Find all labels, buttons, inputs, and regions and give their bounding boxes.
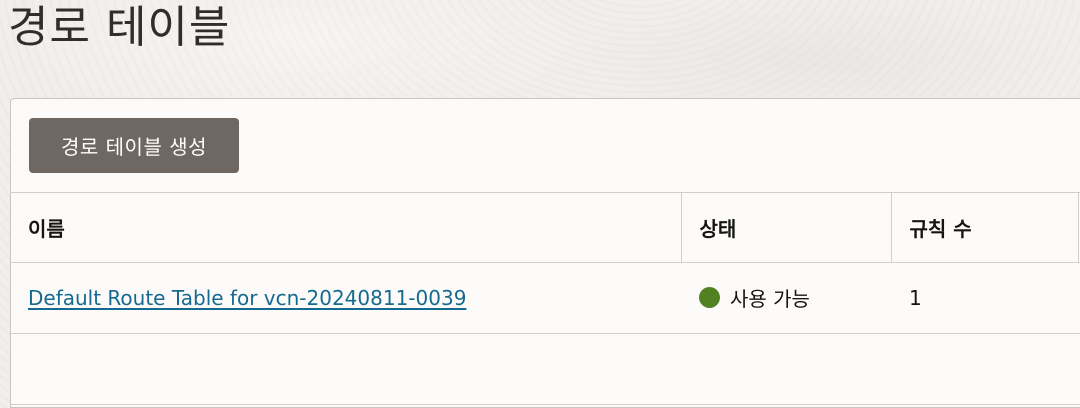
route-table-list: 이름 상태 규칙 수 Default Route Table for vcn-2… [10, 192, 1080, 405]
create-route-table-button[interactable]: 경로 테이블 생성 [29, 118, 239, 173]
column-header-state[interactable]: 상태 [681, 192, 892, 263]
table-header-row: 이름 상태 규칙 수 [10, 192, 1080, 263]
table-empty-space [10, 333, 1080, 405]
status-available-icon [699, 287, 720, 308]
table-toolbar: 경로 테이블 생성 [11, 99, 1080, 192]
empty-area [10, 333, 1080, 405]
table-row: Default Route Table for vcn-20240811-003… [10, 262, 1080, 334]
column-header-name[interactable]: 이름 [10, 192, 682, 263]
route-table-name-cell: Default Route Table for vcn-20240811-003… [10, 262, 681, 334]
page-title: 경로 테이블 [8, 2, 231, 53]
column-header-rule-count[interactable]: 규칙 수 [891, 192, 1079, 263]
status-indicator: 사용 가능 [699, 283, 810, 312]
route-table-name-link[interactable]: Default Route Table for vcn-20240811-003… [28, 286, 466, 310]
route-table-rule-count-cell: 1 [891, 262, 1078, 334]
route-table-panel: 경로 테이블 생성 이름 상태 규칙 수 Default Route Table… [10, 98, 1080, 408]
status-label: 사용 가능 [730, 287, 810, 311]
route-table-state-cell: 사용 가능 [681, 262, 891, 334]
